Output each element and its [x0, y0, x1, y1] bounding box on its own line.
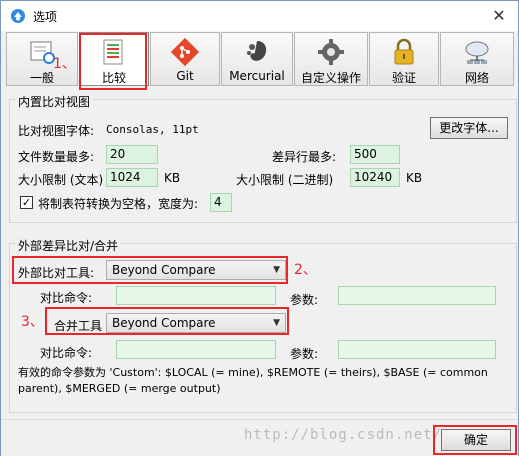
size-limit-text-label: 大小限制 (文本)	[18, 173, 104, 187]
font-value: Consolas, 11pt	[106, 123, 199, 136]
size-limit-text-unit: KB	[164, 171, 181, 185]
title-bar: 选项 ✕	[1, 1, 518, 31]
external-diff-panel: 外部差异比对/合并 外部比对工具: Beyond Compare ▼ 对比命令:…	[9, 237, 517, 413]
max-files-label: 文件数量最多:	[18, 150, 95, 164]
diff-args-input[interactable]	[338, 286, 496, 305]
tab-git-label: Git	[176, 69, 194, 83]
annotation-number-3: 3、	[21, 314, 44, 330]
diff-command-input[interactable]	[116, 286, 276, 305]
options-window: 选项 ✕ 一般 比较 Git Mercurial 自定义操作 验证 网络 1、 …	[0, 0, 519, 456]
diff-tool-label: 外部比对工具:	[18, 266, 95, 280]
size-limit-binary-input[interactable]: 10240	[350, 168, 400, 187]
settings-icon	[30, 41, 55, 64]
merge-tool-label: 合并工具	[54, 319, 103, 333]
merge-tool-select[interactable]: Beyond Compare ▼	[106, 313, 286, 333]
diff-tool-value: Beyond Compare	[112, 263, 216, 277]
merge-args-label: 参数:	[290, 347, 319, 361]
tab-custom-actions-label: 自定义操作	[300, 71, 361, 85]
size-limit-binary-label: 大小限制 (二进制)	[236, 173, 334, 187]
merge-command-label: 对比命令:	[40, 346, 93, 360]
chevron-down-icon: ▼	[273, 318, 280, 328]
annotation-number-2: 2、	[294, 262, 317, 278]
tab-git[interactable]: Git	[150, 32, 220, 86]
size-limit-binary-unit: KB	[406, 171, 423, 185]
tab-validation[interactable]: 验证	[369, 32, 439, 86]
ok-button[interactable]: 确定	[441, 429, 511, 451]
tab-convert-label: 将制表符转换为空格，宽度为:	[38, 197, 199, 211]
chevron-down-icon: ▼	[273, 265, 280, 275]
tab-compare-label: 比较	[101, 71, 126, 85]
annotation-number-1: 1、	[53, 56, 76, 72]
lock-icon	[394, 38, 414, 65]
help-text: 有效的命令参数为 'Custom': $LOCAL (= mine), $REM…	[18, 366, 488, 395]
window-title: 选项	[33, 10, 58, 24]
diff-tool-select[interactable]: Beyond Compare ▼	[106, 260, 286, 280]
external-panel-title: 外部差异比对/合并	[16, 237, 121, 254]
close-button[interactable]: ✕	[488, 5, 510, 27]
git-icon	[171, 38, 199, 66]
merge-command-input[interactable]	[116, 340, 276, 359]
builtin-compare-panel: 内置比对视图 比对视图字体: Consolas, 11pt 更改字体... 文件…	[9, 93, 517, 223]
tab-compare[interactable]: 比较	[79, 32, 149, 86]
merge-tool-value: Beyond Compare	[112, 316, 216, 330]
diff-args-label: 参数:	[290, 293, 319, 307]
tab-width-input[interactable]: 4	[210, 193, 232, 212]
tab-mercurial-label: Mercurial	[229, 69, 285, 83]
diff-command-label: 对比命令:	[40, 291, 93, 305]
change-font-button[interactable]: 更改字体...	[430, 117, 508, 139]
tab-custom-actions[interactable]: 自定义操作	[294, 32, 368, 86]
watermark: http://blog.csdn.net/	[244, 427, 443, 443]
size-limit-text-input[interactable]: 1024	[106, 168, 158, 187]
tab-mercurial[interactable]: Mercurial	[221, 32, 293, 86]
mercurial-icon	[247, 41, 267, 61]
compare-icon	[103, 39, 123, 65]
app-icon	[11, 9, 25, 23]
builtin-panel-title: 内置比对视图	[16, 93, 93, 110]
max-files-input[interactable]: 20	[106, 145, 158, 164]
font-label: 比对视图字体:	[18, 124, 95, 138]
gear-icon	[318, 39, 344, 65]
tab-network[interactable]: 网络	[440, 32, 514, 86]
max-diff-lines-input[interactable]: 500	[350, 145, 400, 164]
options-toolbar: 一般 比较 Git Mercurial 自定义操作 验证 网络	[6, 32, 516, 88]
tab-network-label: 网络	[464, 71, 489, 85]
tab-convert-checkbox[interactable]: ✓	[20, 196, 33, 209]
network-icon	[465, 41, 489, 64]
merge-args-input[interactable]	[338, 340, 496, 359]
max-diff-lines-label: 差异行最多:	[272, 150, 337, 164]
tab-validation-label: 验证	[391, 71, 416, 85]
